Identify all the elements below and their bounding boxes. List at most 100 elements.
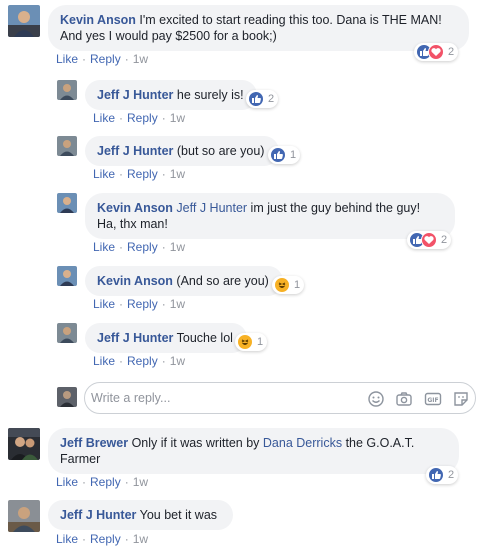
comment-actions: Like · Reply · 1w xyxy=(56,475,148,489)
separator: · xyxy=(82,475,87,489)
reply-input-placeholder[interactable]: Write a reply... xyxy=(91,391,170,405)
separator: · xyxy=(161,297,166,311)
reaction-count: 1 xyxy=(290,149,297,161)
comment-author[interactable]: Kevin Anson xyxy=(97,201,173,215)
comment-author[interactable]: Jeff J Hunter xyxy=(97,144,173,158)
haha-reaction-icon xyxy=(274,277,290,293)
comment-author[interactable]: Jeff J Hunter xyxy=(97,331,173,345)
separator: · xyxy=(82,52,87,66)
like-link[interactable]: Like xyxy=(56,532,78,546)
avatar-jeff-hunter[interactable] xyxy=(57,80,77,100)
separator: · xyxy=(161,354,166,368)
reply-link[interactable]: Reply xyxy=(127,167,158,181)
reply-link[interactable]: Reply xyxy=(90,532,121,546)
reply-input-box[interactable]: Write a reply... GIF xyxy=(84,382,476,414)
separator: · xyxy=(119,167,124,181)
separator: · xyxy=(82,532,87,546)
separator: · xyxy=(124,532,129,546)
camera-icon[interactable] xyxy=(395,390,413,408)
reaction-summary[interactable]: 2 xyxy=(426,466,459,484)
comment-text: You bet it was xyxy=(139,508,218,522)
avatar-jeff-hunter[interactable] xyxy=(57,136,77,156)
reply-link[interactable]: Reply xyxy=(127,111,158,125)
reaction-count: 1 xyxy=(294,279,301,291)
comment-author[interactable]: Jeff Brewer xyxy=(60,436,128,450)
comment-time[interactable]: 1w xyxy=(170,297,185,311)
like-reaction-icon xyxy=(270,147,286,163)
emoji-icon[interactable] xyxy=(367,390,385,408)
like-link[interactable]: Like xyxy=(93,354,115,368)
reply-link[interactable]: Reply xyxy=(90,475,121,489)
comment-bubble: Jeff J Hunter Touche lol xyxy=(85,323,247,353)
reaction-summary[interactable]: 1 xyxy=(272,276,305,294)
reaction-summary[interactable]: 2 xyxy=(246,90,279,108)
comment-author[interactable]: Kevin Anson xyxy=(60,13,136,27)
like-reaction-icon xyxy=(248,91,264,107)
comment-text: he surely is! xyxy=(176,88,244,102)
comment-actions: Like · Reply · 1w xyxy=(56,52,148,66)
separator: · xyxy=(124,475,129,489)
avatar-jeff-hunter[interactable] xyxy=(57,323,77,343)
comment-author[interactable]: Jeff J Hunter xyxy=(60,508,136,522)
separator: · xyxy=(161,111,166,125)
comment-time[interactable]: 1w xyxy=(133,532,148,546)
separator: · xyxy=(119,111,124,125)
comment-author[interactable]: Kevin Anson xyxy=(97,274,173,288)
avatar-jeff-hunter[interactable] xyxy=(8,500,40,532)
comment-bubble: Jeff J Hunter he surely is! xyxy=(85,80,257,110)
comment-time[interactable]: 1w xyxy=(170,167,185,181)
comment-bubble: Jeff Brewer Only if it was written by Da… xyxy=(48,428,459,474)
comment-bubble: Jeff J Hunter You bet it was xyxy=(48,500,233,530)
separator: · xyxy=(119,354,124,368)
avatar-kevin-anson[interactable] xyxy=(57,266,77,286)
like-link[interactable]: Like xyxy=(93,167,115,181)
like-link[interactable]: Like xyxy=(93,111,115,125)
comment-actions: Like · Reply · 1w xyxy=(93,240,185,254)
love-reaction-icon xyxy=(428,44,444,60)
gif-icon[interactable]: GIF xyxy=(424,390,442,408)
mention-link[interactable]: Dana Derricks xyxy=(263,436,342,450)
avatar-jeff-brewer[interactable] xyxy=(8,428,40,460)
like-reaction-icon xyxy=(428,467,444,483)
reaction-count: 2 xyxy=(448,469,455,481)
sticker-icon[interactable] xyxy=(452,390,470,408)
comment-time[interactable]: 1w xyxy=(133,475,148,489)
haha-reaction-icon xyxy=(237,334,253,350)
comment-text: Touche lol xyxy=(176,331,233,345)
mention-link[interactable]: Jeff J Hunter xyxy=(176,201,247,215)
comment-time[interactable]: 1w xyxy=(170,354,185,368)
reply-link[interactable]: Reply xyxy=(127,297,158,311)
separator: · xyxy=(161,167,166,181)
comment-text: Only if it was written by xyxy=(131,436,260,450)
like-link[interactable]: Like xyxy=(93,240,115,254)
like-link[interactable]: Like xyxy=(93,297,115,311)
comment-time[interactable]: 1w xyxy=(170,240,185,254)
reaction-summary[interactable]: 2 xyxy=(414,43,459,61)
comment-actions: Like · Reply · 1w xyxy=(93,354,185,368)
like-link[interactable]: Like xyxy=(56,475,78,489)
comment-actions: Like · Reply · 1w xyxy=(93,297,185,311)
reaction-summary[interactable]: 1 xyxy=(235,333,268,351)
svg-text:GIF: GIF xyxy=(427,397,438,404)
reply-link[interactable]: Reply xyxy=(90,52,121,66)
reaction-summary[interactable]: 2 xyxy=(407,231,452,249)
reaction-count: 2 xyxy=(448,46,455,58)
reply-link[interactable]: Reply xyxy=(127,240,158,254)
comment-time[interactable]: 1w xyxy=(170,111,185,125)
comment-time[interactable]: 1w xyxy=(133,52,148,66)
reaction-summary[interactable]: 1 xyxy=(268,146,301,164)
comment-actions: Like · Reply · 1w xyxy=(93,111,185,125)
avatar-kevin-anson[interactable] xyxy=(57,193,77,213)
avatar-kevin-anson[interactable] xyxy=(8,5,40,37)
comment-bubble: Kevin Anson (And so are you) xyxy=(85,266,283,296)
like-link[interactable]: Like xyxy=(56,52,78,66)
comment-actions: Like · Reply · 1w xyxy=(93,167,185,181)
reply-link[interactable]: Reply xyxy=(127,354,158,368)
comment-text: (but so are you) xyxy=(176,144,265,158)
comment-text: (And so are you) xyxy=(176,274,269,288)
separator: · xyxy=(124,52,129,66)
comment-bubble: Kevin Anson I'm excited to start reading… xyxy=(48,5,469,51)
comment-author[interactable]: Jeff J Hunter xyxy=(97,88,173,102)
current-user-avatar xyxy=(57,387,77,407)
comment-bubble: Jeff J Hunter (but so are you) xyxy=(85,136,279,166)
